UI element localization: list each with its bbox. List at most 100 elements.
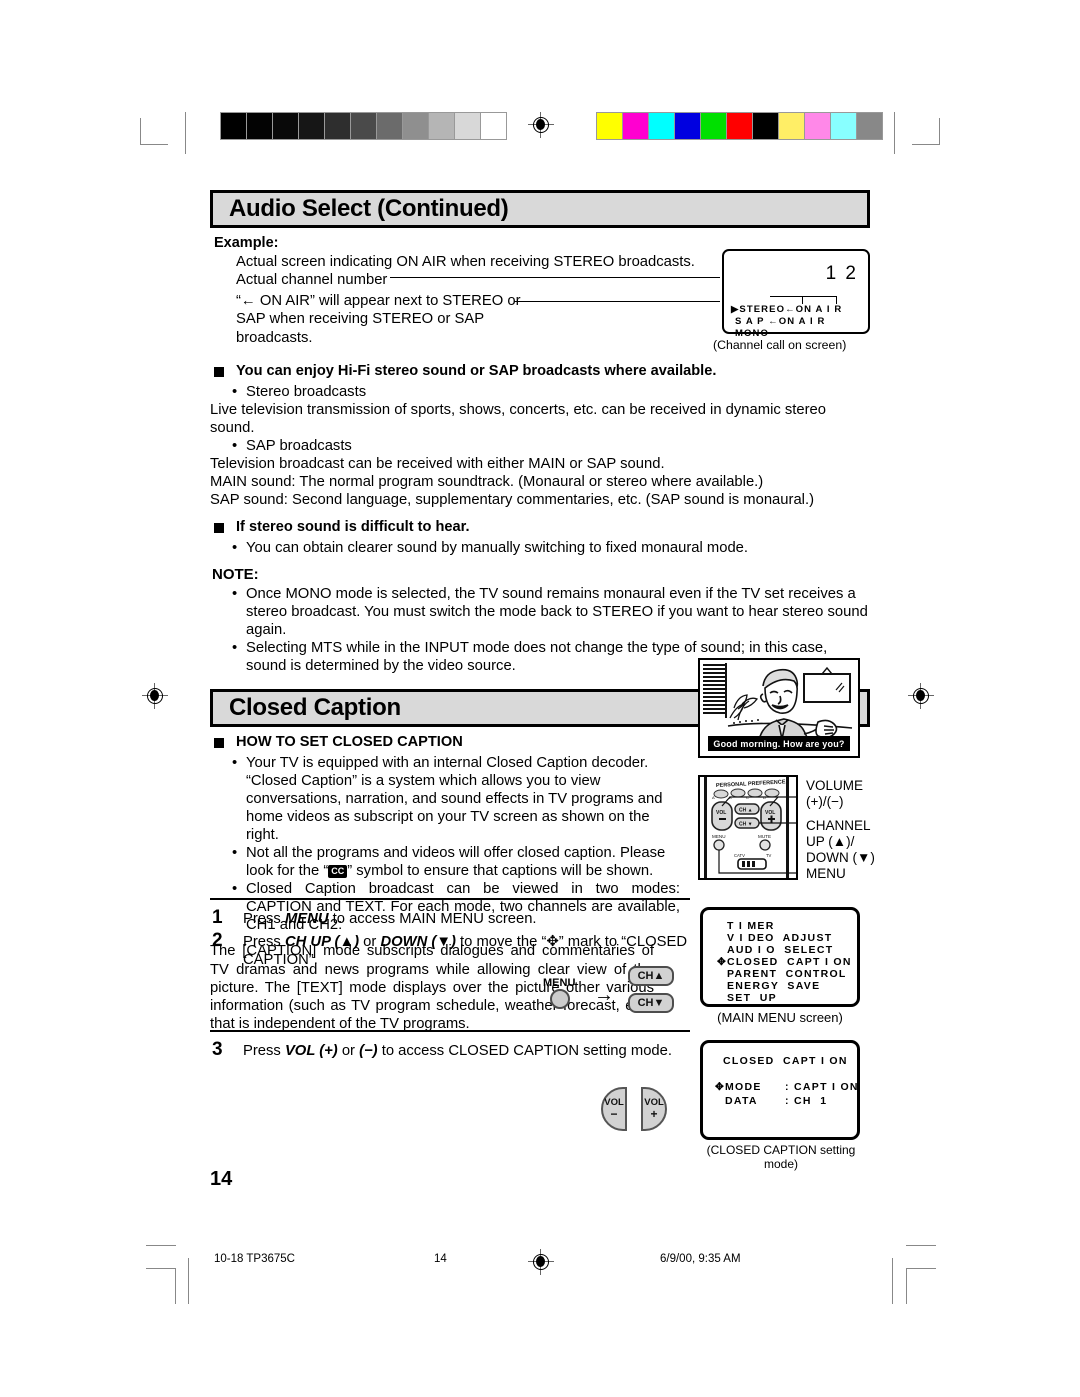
crop-tick-bottom-left [146,1245,176,1246]
step-3-part-b: or [337,1043,360,1059]
cc-symbol-icon: CC [328,865,348,879]
step-1-part-b: to access MAIN MENU screen. [328,911,537,927]
bullet-sap-sub-1: Television broadcast can be received wit… [210,455,665,472]
channel-number: 1 2 [825,263,858,284]
cc-screen-row-1-value: : CH 1 [785,1095,828,1107]
svg-text:TV: TV [766,853,772,858]
step-3-part-c: to access CLOSED CAPTION setting mode. [377,1043,672,1059]
step-1-number: 1 [212,907,223,928]
main-menu-item-3: CLOSED CAPT I ON [727,956,852,968]
main-menu-item-0: T I MER [727,920,775,932]
step-2-ch-down-key[interactable]: CH▼ [628,993,674,1013]
cc-bullet-2-part-b: ” symbol to ensure that captions will be… [347,863,654,880]
step-3-number: 3 [212,1039,223,1060]
step-3-vol-plus-key[interactable]: VOL + [641,1087,667,1131]
step-3-vol-minus-key[interactable]: VOL − [601,1087,627,1131]
note-item-1: • Once MONO mode is selected, the TV sou… [232,585,870,639]
divider-above-step-3 [210,1030,690,1032]
gray-swatch-1 [247,113,273,139]
step-1-key-menu: MENU [284,911,329,927]
step-2-menu-label: MENU [543,977,576,989]
bullet-dot-icon: • [232,755,238,771]
bullet-dot-icon: • [232,585,238,602]
example-line-1: Actual screen indicating ON AIR when rec… [236,254,695,270]
tv-caption-bar: Good morning. How are you? [708,736,850,751]
gray-swatch-3 [299,113,325,139]
crop-mark-top-right [912,118,940,152]
channel-call-screen: 1 2 ▶STEREO←ON A I R S A P ←ON A I R MON… [722,249,870,339]
crop-mark-bottom-left [146,1268,176,1304]
leader-line-on-air [514,301,720,302]
bullet-dot-icon: • [232,640,238,657]
remote-label-down: DOWN (▼) [806,850,875,865]
gray-swatch-9 [455,113,481,139]
color-swatch-2 [649,113,675,139]
footer-right: 6/9/00, 9:35 AM [660,1253,741,1265]
crop-line-top-left [185,112,186,154]
cc-setting-screen-caption: (CLOSED CAPTION setting mode) [706,1143,856,1171]
remote-label-channel: CHANNEL [806,818,871,833]
svg-text:CH ▼: CH ▼ [739,822,753,828]
color-swatch-0 [597,113,623,139]
vol-minus-bottom-label: − [610,1106,618,1121]
closed-caption-setting-screen: CLOSED CAPT I ON ✥ MODE : CAPT I ON DATA… [700,1040,860,1140]
tv-caption-illustration: Good morning. How are you? [698,658,860,758]
remote-label-volume: VOLUME [806,778,864,793]
bullet-sap-broadcasts: • SAP broadcasts [232,437,870,455]
gray-swatch-7 [403,113,429,139]
color-swatch-5 [727,113,753,139]
cc-screen-row-0-marker: ✥ [715,1081,726,1093]
bullet-dot-icon: • [232,539,238,556]
registration-mark-top-center [528,112,554,138]
section-title-audio-select: Audio Select (Continued) [229,195,509,222]
callout-bracket-vertical-right [836,296,837,304]
callout-bracket-horizontal [770,296,836,297]
gray-swatch-4 [325,113,351,139]
svg-text:VOL: VOL [716,810,726,816]
step-2-arrow-icon: → [594,984,614,1006]
callout-bracket-vertical [802,296,803,304]
gray-swatch-8 [429,113,455,139]
svg-text:CATV: CATV [734,853,745,858]
cc-screen-row-0-value: : CAPT I ON [785,1081,859,1093]
step-2-menu-knob[interactable] [550,989,570,1009]
color-swatch-10 [857,113,882,139]
step-2-text: Press CH UP (▲) or DOWN (▼) to move the … [243,933,691,970]
color-swatch-7 [779,113,805,139]
main-menu-screen-caption: (MAIN MENU screen) [717,1010,843,1025]
registration-mark-bottom-center [528,1249,554,1275]
remote-graphic: PERSONAL PREFERENCE ABCD VOL VOL CH ▲ CH… [700,777,796,878]
cc-bullet-1: • Your TV is equipped with an internal C… [232,754,680,844]
main-menu-item-6: SET UP [727,992,777,1004]
crop-tick-bottom-right [906,1245,936,1246]
svg-text:VOL: VOL [765,810,775,816]
example-line-2: Actual channel number [236,272,388,289]
heading-howto-row: HOW TO SET CLOSED CAPTION [214,734,680,752]
step-1-part-a: Press [243,911,285,927]
note-label: NOTE: [212,565,259,583]
main-menu-item-5: ENERGY SAVE [727,980,821,992]
step-3-key-vol-plus: VOL (+) [284,1043,338,1059]
example-block: Actual screen indicating ON AIR when rec… [210,249,870,371]
cc-screen-row-1-label: DATA [725,1095,758,1107]
color-swatch-6 [753,113,779,139]
color-swatch-3 [675,113,701,139]
leader-line-channel-number [390,277,720,278]
osd-row-stereo: ▶STEREO←ON A I R [731,304,843,315]
cc-screen-row-0-label: MODE [725,1081,762,1093]
crop-mark-bottom-right [906,1268,936,1304]
crop-line-top-right [894,112,895,154]
main-menu-item-1: V I DEO ADJUST [727,932,833,944]
bullet-difficult-text: You can obtain clearer sound by manually… [246,539,749,556]
color-swatch-1 [623,113,649,139]
registration-mark-right [908,683,934,709]
bullet-square-icon [214,738,224,749]
step-2-ch-up-key[interactable]: CH▲ [628,966,674,986]
color-swatch-4 [701,113,727,139]
color-swatch-8 [805,113,831,139]
cc-screen-title: CLOSED CAPT I ON [723,1055,848,1067]
remote-control-illustration: PERSONAL PREFERENCE ABCD VOL VOL CH ▲ CH… [698,775,798,880]
main-menu-item-2: AUD I O SELECT [727,944,834,956]
step-1-text: Press MENU to access MAIN MENU screen. [243,910,693,928]
section-header-audio-select: Audio Select (Continued) [210,190,870,228]
